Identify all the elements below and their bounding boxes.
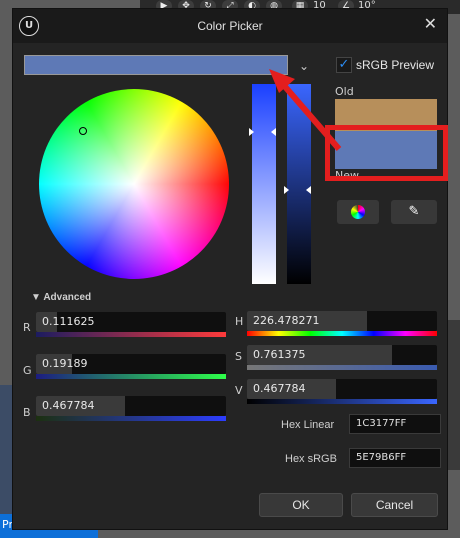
g-field[interactable]: 0.19189 <box>36 354 226 374</box>
v-label: V <box>235 384 243 397</box>
saturation-slider[interactable] <box>252 84 276 284</box>
v-field[interactable]: 0.467784 <box>247 379 437 399</box>
s-value: 0.761375 <box>253 348 306 361</box>
srgb-preview-checkbox[interactable]: ✓ <box>336 57 352 73</box>
value-slider[interactable] <box>287 84 311 284</box>
color-wheel-saturation <box>39 89 229 279</box>
hex-srgb-label: Hex sRGB <box>285 453 337 465</box>
annotation-highlight-box <box>325 125 448 181</box>
srgb-preview-label: sRGB Preview <box>356 58 435 72</box>
old-color-label: Old <box>335 85 354 98</box>
hex-linear-field[interactable]: 1C3177FF <box>349 414 441 434</box>
hex-linear-label: Hex Linear <box>281 419 335 431</box>
value-slider-handle-right[interactable] <box>306 186 311 194</box>
v-gradient[interactable] <box>247 399 437 404</box>
color-wheel-selector[interactable] <box>79 127 87 135</box>
color-wheel[interactable] <box>39 89 229 279</box>
b-value: 0.467784 <box>42 399 95 412</box>
value-slider-handle-left[interactable] <box>284 186 289 194</box>
chevron-down-icon[interactable]: ⌄ <box>299 59 309 73</box>
current-color-bar[interactable] <box>24 55 288 75</box>
b-gradient[interactable] <box>36 416 226 421</box>
dialog-title: Color Picker <box>197 19 263 33</box>
eyedropper-icon: ✎ <box>408 204 420 219</box>
h-label: H <box>235 315 244 328</box>
s-label: S <box>235 350 242 363</box>
color-wheel-button[interactable] <box>337 200 379 224</box>
cancel-button[interactable]: Cancel <box>351 493 438 517</box>
advanced-chevron-icon: ▼ <box>31 292 41 303</box>
eyedropper-button[interactable]: ✎ <box>391 200 437 224</box>
ok-button[interactable]: OK <box>259 493 343 517</box>
title-bar[interactable]: U Color Picker ✕ <box>13 9 447 43</box>
r-label: R <box>23 321 31 334</box>
saturation-slider-handle-right[interactable] <box>271 128 276 136</box>
color-wheel-icon <box>351 205 365 219</box>
hex-srgb-field[interactable]: 5E79B6FF <box>349 448 441 468</box>
h-field[interactable]: 226.478271 <box>247 311 437 331</box>
s-gradient[interactable] <box>247 365 437 370</box>
s-field[interactable]: 0.761375 <box>247 345 437 365</box>
g-gradient[interactable] <box>36 374 226 379</box>
background-panel-right <box>446 320 460 470</box>
b-field[interactable]: 0.467784 <box>36 396 226 416</box>
r-field[interactable]: 0.111625 <box>36 312 226 332</box>
h-value: 226.478271 <box>253 314 320 327</box>
advanced-toggle[interactable]: ▼ Advanced <box>31 292 91 303</box>
g-value: 0.19189 <box>42 357 88 370</box>
b-label: B <box>23 406 31 419</box>
saturation-slider-handle-left[interactable] <box>249 128 254 136</box>
r-gradient[interactable] <box>36 332 226 337</box>
advanced-label: Advanced <box>43 292 92 303</box>
close-icon[interactable]: ✕ <box>424 15 437 33</box>
color-picker-dialog: U Color Picker ✕ ⌄ ✓ sRGB Preview Old Ne… <box>12 8 448 530</box>
g-label: G <box>23 364 32 377</box>
v-value: 0.467784 <box>253 382 306 395</box>
r-value: 0.111625 <box>42 315 95 328</box>
h-gradient[interactable] <box>247 331 437 336</box>
